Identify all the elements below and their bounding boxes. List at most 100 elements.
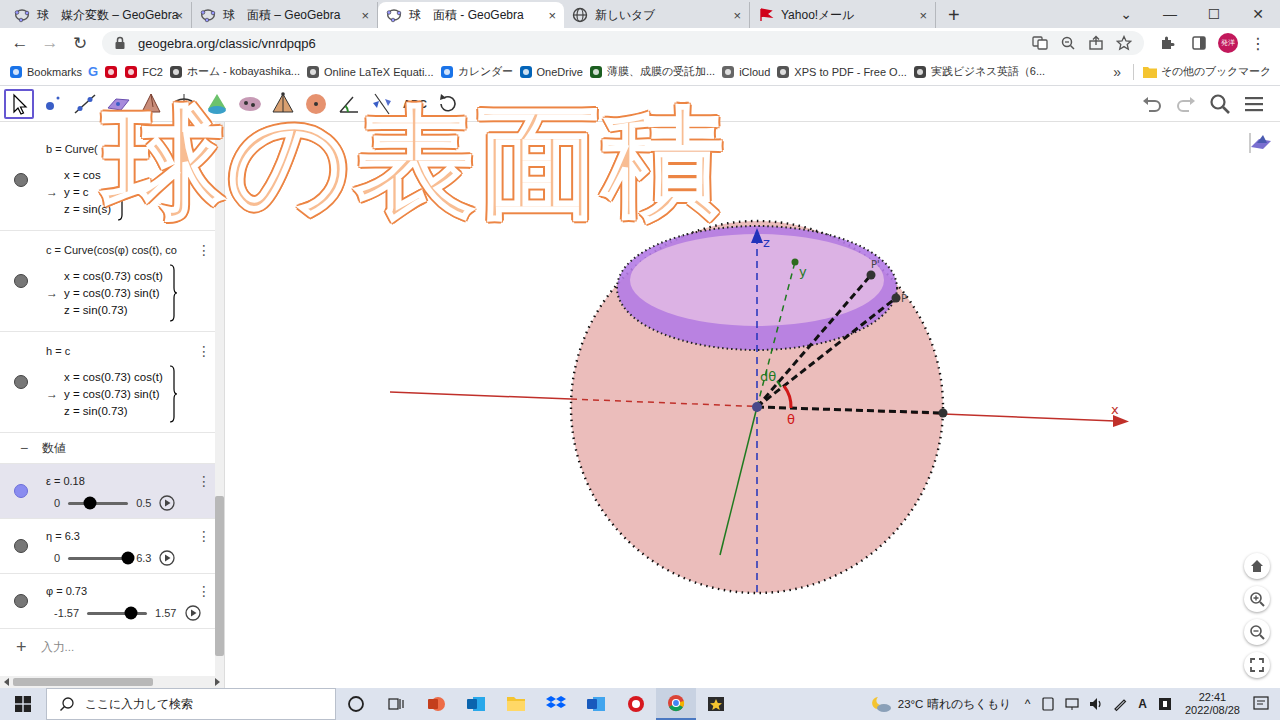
scrollbar-thumb[interactable] bbox=[215, 496, 224, 656]
volume-icon[interactable] bbox=[1088, 696, 1104, 712]
slider-track[interactable] bbox=[68, 502, 128, 505]
ime-pad-icon[interactable] bbox=[1157, 696, 1173, 712]
algebra-row[interactable]: h = c⋮→x = cos(0.73) cos(t)y = cos(0.73)… bbox=[0, 332, 215, 433]
tab-close-button[interactable]: × bbox=[919, 8, 927, 23]
visibility-toggle[interactable] bbox=[14, 539, 28, 553]
slider-row[interactable]: φ = 0.73⋮-1.571.57 bbox=[0, 574, 215, 629]
tab-close-button[interactable]: × bbox=[548, 8, 556, 23]
scroll-left-icon[interactable] bbox=[4, 678, 9, 686]
dropbox-button[interactable] bbox=[536, 688, 576, 720]
notification-icon[interactable] bbox=[1252, 695, 1270, 713]
bookmark-item[interactable]: iCloud bbox=[718, 65, 773, 79]
network-icon[interactable] bbox=[1064, 696, 1080, 712]
hamburger-menu-icon[interactable] bbox=[1242, 92, 1266, 116]
scroll-right-icon[interactable] bbox=[215, 678, 220, 686]
undo-icon[interactable] bbox=[1140, 92, 1164, 116]
taskbar-search[interactable]: ここに入力して検索 bbox=[46, 688, 336, 720]
window-control-button[interactable]: ☐ bbox=[1192, 0, 1236, 28]
explorer-button[interactable] bbox=[496, 688, 536, 720]
home-button[interactable] bbox=[1244, 553, 1270, 579]
visibility-toggle[interactable] bbox=[14, 594, 28, 608]
share-icon[interactable] bbox=[1088, 35, 1104, 51]
visibility-toggle[interactable] bbox=[14, 484, 28, 498]
visibility-toggle[interactable] bbox=[14, 274, 28, 288]
point-p-prime[interactable] bbox=[867, 271, 876, 280]
device-icon[interactable] bbox=[1040, 696, 1056, 712]
visibility-toggle[interactable] bbox=[14, 375, 28, 389]
horizontal-scrollbar[interactable] bbox=[0, 676, 224, 688]
browser-tab[interactable]: 球 面積 – GeoGebra× bbox=[192, 2, 378, 28]
slider-row[interactable]: η = 6.3⋮06.3 bbox=[0, 519, 215, 574]
nav-button[interactable]: → bbox=[38, 33, 62, 53]
bookmark-item[interactable]: Online LaTeX Equati... bbox=[303, 65, 436, 79]
zoom-icon[interactable] bbox=[1060, 35, 1076, 51]
ime-indicator[interactable]: A bbox=[1132, 697, 1153, 711]
tab-close-button[interactable]: × bbox=[361, 8, 369, 23]
zoom-out-button[interactable] bbox=[1244, 619, 1270, 645]
bookmark-star-icon[interactable] bbox=[1116, 35, 1132, 51]
browser-tab[interactable]: Yahoo!メール× bbox=[750, 2, 936, 28]
slider-track[interactable] bbox=[87, 612, 147, 615]
bookmark-item[interactable]: XPS to PDF - Free O... bbox=[773, 65, 909, 79]
weather-widget[interactable]: 23°C 晴れのちくもり bbox=[862, 695, 1019, 713]
row-menu-button[interactable]: ⋮ bbox=[195, 473, 211, 489]
row-menu-button[interactable]: ⋮ bbox=[195, 528, 211, 544]
search-icon[interactable] bbox=[1208, 92, 1232, 116]
tool-button[interactable] bbox=[37, 89, 67, 119]
window-control-button[interactable]: ⌄ bbox=[1104, 0, 1148, 28]
window-control-button[interactable]: ✕ bbox=[1236, 0, 1280, 28]
powerpoint-button[interactable] bbox=[416, 688, 456, 720]
nav-button[interactable]: ↻ bbox=[68, 33, 92, 54]
collapse-toggle[interactable]: − bbox=[20, 440, 28, 456]
tool-button[interactable] bbox=[4, 89, 34, 119]
point-x[interactable] bbox=[939, 409, 948, 418]
bookmark-item[interactable]: 実践ビジネス英語（6... bbox=[910, 64, 1048, 79]
bookmark-item[interactable]: FC2 bbox=[121, 65, 166, 79]
clock[interactable]: 22:412022/08/28 bbox=[1177, 691, 1248, 717]
slider-row[interactable]: ε = 0.18⋮00.5 bbox=[0, 464, 215, 519]
play-icon[interactable] bbox=[159, 550, 175, 566]
tab-close-button[interactable]: × bbox=[733, 8, 741, 23]
section-header[interactable]: −数値 bbox=[0, 433, 215, 464]
browser-tab[interactable]: 球 面積 - GeoGebra× bbox=[378, 2, 564, 28]
scrollbar-thumb[interactable] bbox=[13, 678, 153, 686]
bookmark-item[interactable]: ホーム - kobayashika... bbox=[166, 64, 303, 79]
bookmark-item[interactable]: 薄膜、成膜の受託加... bbox=[586, 64, 718, 79]
task-view-button[interactable] bbox=[376, 688, 416, 720]
browser-tab[interactable]: 新しいタブ× bbox=[564, 2, 750, 28]
start-button[interactable] bbox=[0, 696, 46, 712]
slider-knob[interactable] bbox=[83, 497, 96, 510]
side-panel-icon[interactable] bbox=[1191, 35, 1207, 51]
graphics-style-button[interactable] bbox=[1246, 130, 1276, 156]
translate-icon[interactable] bbox=[1032, 35, 1048, 51]
redo-icon[interactable] bbox=[1174, 92, 1198, 116]
sphere[interactable] bbox=[571, 221, 943, 593]
slider-track[interactable] bbox=[68, 557, 128, 560]
window-control-button[interactable]: — bbox=[1148, 0, 1192, 28]
slider-knob[interactable] bbox=[124, 607, 137, 620]
point-p[interactable] bbox=[892, 294, 901, 303]
fullscreen-button[interactable] bbox=[1244, 652, 1270, 678]
algebra-row[interactable]: c = Curve(cos(φ) cos(t), co⋮→x = cos(0.7… bbox=[0, 231, 215, 332]
word-button[interactable] bbox=[576, 688, 616, 720]
browser-tab[interactable]: 球 媒介変数 – GeoGebra× bbox=[6, 2, 192, 28]
other-bookmarks[interactable]: その他のブックマーク bbox=[1140, 64, 1274, 79]
browser-menu-button[interactable]: ⋮ bbox=[1244, 34, 1272, 53]
pen-icon[interactable] bbox=[1112, 696, 1128, 712]
add-button[interactable]: + bbox=[16, 637, 27, 658]
row-menu-button[interactable]: ⋮ bbox=[195, 583, 211, 599]
slider-knob[interactable] bbox=[122, 552, 135, 565]
zoom-in-button[interactable] bbox=[1244, 586, 1270, 612]
cortana-button[interactable] bbox=[336, 688, 376, 720]
bookmark-item[interactable]: OneDrive bbox=[516, 65, 586, 79]
visibility-toggle[interactable] bbox=[14, 173, 28, 187]
omnibox[interactable]: geogebra.org/classic/vnrdpqp6 bbox=[102, 31, 1144, 55]
chrome-button[interactable] bbox=[656, 688, 696, 720]
bookmark-item[interactable] bbox=[101, 65, 121, 79]
tray-expand-button[interactable]: ^ bbox=[1019, 697, 1037, 711]
row-menu-button[interactable]: ⋮ bbox=[195, 242, 211, 258]
tool-button[interactable] bbox=[70, 89, 100, 119]
tab-close-button[interactable]: × bbox=[175, 8, 183, 23]
bookmark-item[interactable]: カレンダー bbox=[437, 64, 516, 79]
bookmark-item[interactable]: Bookmarks bbox=[6, 65, 85, 79]
